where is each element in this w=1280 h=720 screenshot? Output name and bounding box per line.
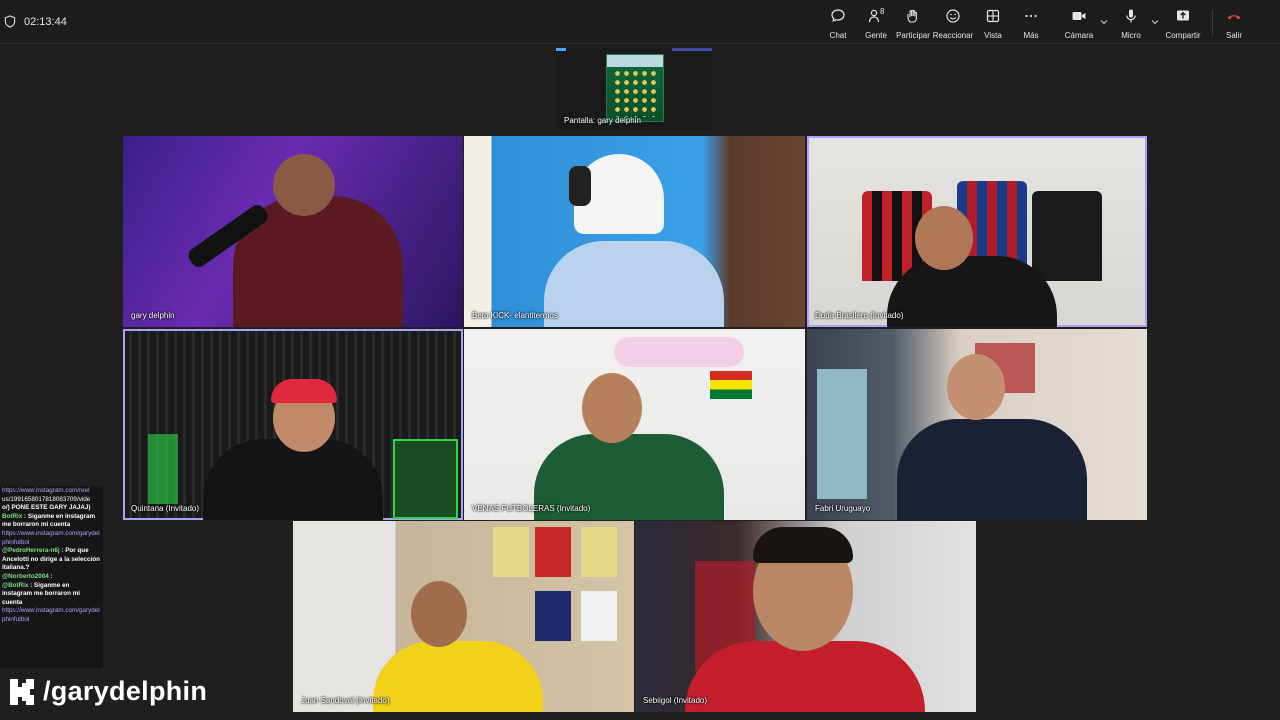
chat-message: @Norberto2004 :	[2, 573, 101, 582]
chat-label: Chat	[829, 31, 847, 40]
hang-up-icon	[1227, 15, 1241, 20]
chat-username: @PedroHerrera-n6j	[2, 547, 60, 555]
kick-handle-text: /garydelphin	[43, 676, 208, 706]
react-button[interactable]: Reaccionar	[932, 8, 974, 40]
participant-tile-speaking[interactable]: Duda Brasilero (Invitado)	[807, 136, 1147, 327]
meeting-timer: 02:13:44	[4, 15, 67, 28]
view-label: Vista	[984, 31, 1002, 40]
participant-name: Quintana (Invitado)	[131, 504, 200, 513]
participant-name: Duda Brasilero (Invitado)	[815, 311, 904, 320]
more-dots-icon	[1025, 14, 1037, 18]
people-button[interactable]: 8 Gente	[862, 7, 890, 40]
participant-tile[interactable]: VENAS FUTBOLERAS (Invitado)	[464, 329, 805, 520]
more-label: Más	[1023, 31, 1039, 40]
shared-lineup-image	[606, 54, 664, 122]
participant-name: Fabri Uruguayo	[815, 504, 871, 513]
timer-text: 02:13:44	[24, 15, 67, 28]
share-screen-icon	[1177, 10, 1189, 21]
mic-label: Micro	[1121, 31, 1141, 40]
camera-label: Cámara	[1064, 31, 1094, 40]
people-count: 8	[880, 7, 885, 16]
chat-username: @BotRix	[2, 581, 29, 589]
camera-options-chevron-icon[interactable]	[1100, 18, 1108, 26]
chat-text: :	[48, 572, 53, 580]
participant-tile-active[interactable]: Quintana (Invitado)	[123, 329, 463, 520]
screen-share-tile[interactable]: Pantalla: gary delphin	[556, 48, 712, 130]
view-button[interactable]: Vista	[982, 8, 1004, 40]
mic-button[interactable]: Micro	[1118, 8, 1144, 40]
smiley-icon	[946, 9, 960, 23]
grid-view-icon	[986, 9, 1000, 23]
participant-name: VENAS FUTBOLERAS (Invitado)	[472, 504, 591, 513]
people-label: Gente	[865, 31, 887, 40]
chat-message: @BotRix : Siganme en instagram me borrar…	[2, 582, 101, 608]
participant-tile[interactable]: gary delphin	[123, 136, 463, 327]
participant-tile[interactable]: Fabri Uruguayo	[807, 329, 1147, 520]
react-label: Reaccionar	[932, 31, 974, 40]
chat-link: https://www.instagram.com/garydelphinfut…	[2, 529, 100, 546]
leave-label: Salir	[1225, 31, 1242, 40]
kick-logo-icon	[10, 678, 34, 705]
chat-message: o/) PONE ESTE GARY JAJAJ)	[2, 504, 91, 512]
camera-icon	[1072, 12, 1086, 20]
chat-message: https://www.instagram.com/reel	[2, 487, 90, 494]
leave-button[interactable]: Salir	[1222, 8, 1246, 40]
microphone-icon	[1126, 9, 1136, 23]
shield-icon	[4, 15, 16, 28]
chat-link: https://www.instagram.com/garydelphinfut…	[2, 607, 100, 623]
mic-options-chevron-icon[interactable]	[1151, 18, 1159, 26]
raise-hand-label: Participar	[896, 31, 930, 40]
chat-icon	[831, 9, 845, 23]
participant-name: Beto KICK- elantitermos	[472, 311, 558, 320]
chat-username: BotRix	[2, 512, 23, 520]
participant-tile[interactable]: Beto KICK- elantitermos	[464, 136, 805, 327]
participant-name: Sebiigol (Invitado)	[643, 696, 708, 705]
meeting-toolbar: 02:13:44 Chat 8 Gente Participar Reaccio…	[0, 0, 1280, 44]
chat-message: BotRix : Siganme en instagram me borraro…	[2, 513, 101, 530]
raise-hand-button[interactable]: Participar	[896, 8, 930, 40]
raise-hand-icon	[907, 9, 917, 23]
participant-name: gary delphin	[131, 311, 175, 320]
participant-tile[interactable]: Juan Sandoval (Invitado)	[293, 521, 634, 712]
chat-message: @PedroHerrera-n6j : Por que Ancelotti no…	[2, 547, 101, 573]
more-button[interactable]: Más	[1020, 8, 1042, 40]
chat-button[interactable]: Chat	[826, 8, 850, 40]
chat-username: @Norberto2004	[2, 572, 49, 580]
share-button[interactable]: Compartir	[1164, 8, 1202, 40]
participant-name: Juan Sandoval (Invitado)	[301, 696, 390, 705]
kick-handle-overlay: /garydelphin	[8, 676, 207, 707]
participant-tile[interactable]: Sebiigol (Invitado)	[635, 521, 976, 712]
screen-share-label: Pantalla: gary delphin	[564, 116, 641, 125]
chat-message: us/1991658017818083709/vide	[2, 495, 91, 503]
toolbar-divider	[1212, 10, 1213, 36]
share-label: Compartir	[1165, 31, 1201, 40]
camera-button[interactable]: Cámara	[1064, 8, 1094, 40]
stream-chat-overlay: https://www.instagram.com/reel us/199165…	[0, 486, 103, 668]
share-progress-bar	[556, 48, 712, 51]
